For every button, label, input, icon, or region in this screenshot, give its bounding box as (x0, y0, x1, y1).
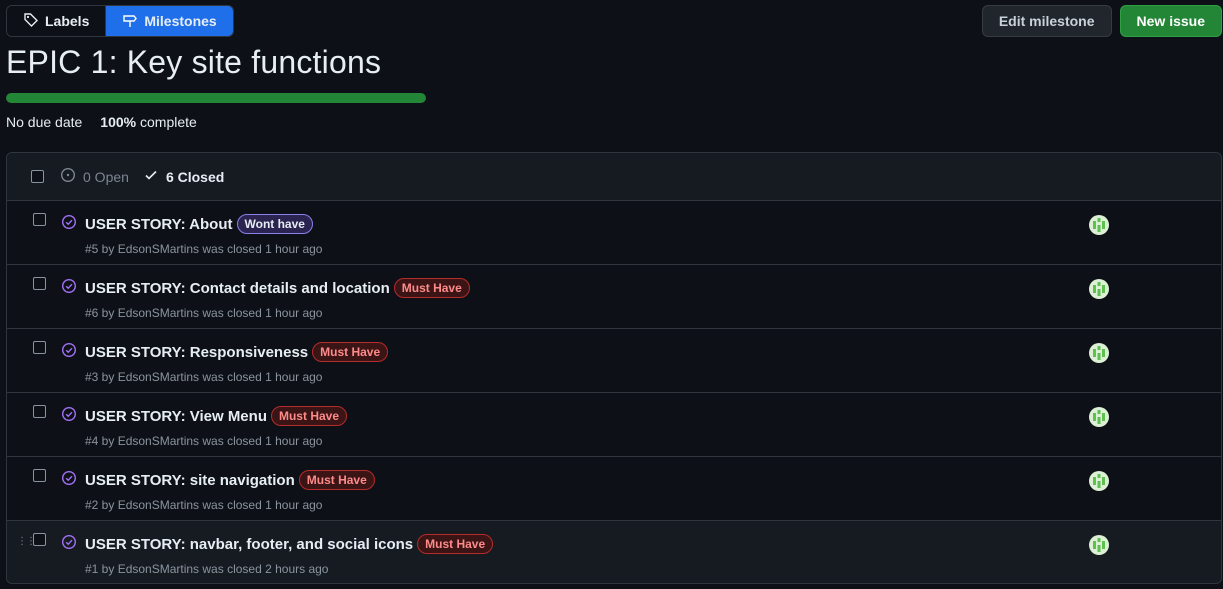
issue-closed-icon (61, 470, 77, 486)
issue-meta: #6 by EdsonSMartins was closed 1 hour ag… (85, 306, 323, 320)
issue-row[interactable]: ⋮⋮ USER STORY: navbar, footer, and social… (7, 521, 1221, 583)
select-all-checkbox[interactable] (31, 170, 44, 183)
issue-open-icon (60, 167, 76, 186)
closed-count: 6 Closed (165, 168, 225, 185)
issue-meta: #2 by EdsonSMartins was closed 1 hour ag… (85, 498, 323, 512)
issue-meta: #1 by EdsonSMartins was closed 2 hours a… (85, 562, 329, 576)
issues-list-header: 0 Open 6 Closed (7, 153, 1221, 201)
new-issue-button[interactable]: New issue (1119, 5, 1222, 37)
issue-title-line: USER STORY: Responsiveness Must Have (85, 342, 389, 362)
issue-closed-icon (61, 534, 77, 550)
issue-title-link[interactable]: USER STORY: Contact details and location (85, 280, 390, 297)
milestone-icon (122, 12, 138, 31)
issue-label[interactable]: Must Have (298, 470, 375, 490)
milestone-meta: No due date 100% complete (6, 114, 197, 130)
labels-tab-label: Labels (45, 13, 90, 29)
issue-closed-icon (61, 278, 77, 294)
assignee-avatar[interactable] (1089, 343, 1109, 363)
open-filter[interactable]: 0 Open (60, 167, 129, 186)
issue-label[interactable]: Must Have (312, 342, 389, 362)
due-date: No due date (6, 114, 83, 130)
labels-milestones-switcher: Labels Milestones (6, 5, 234, 37)
open-count: 0 Open (83, 168, 129, 185)
issue-label[interactable]: Must Have (270, 406, 348, 426)
assignee-avatar[interactable] (1089, 535, 1109, 555)
issue-checkbox[interactable] (33, 213, 46, 226)
issue-title-line: USER STORY: About Wont have (85, 214, 313, 234)
milestones-tab-label: Milestones (144, 13, 217, 29)
assignee-avatar[interactable] (1089, 407, 1109, 427)
check-icon (143, 167, 159, 186)
issue-title-link[interactable]: USER STORY: View Menu (85, 408, 267, 425)
issue-label[interactable]: Must Have (417, 534, 494, 554)
top-toolbar: Labels Milestones Edit milestone New iss… (6, 5, 1222, 37)
assignee-avatar[interactable] (1089, 215, 1109, 235)
milestones-tab[interactable]: Milestones (105, 6, 233, 36)
issue-title-line: USER STORY: View Menu Must Have (85, 406, 348, 426)
issue-title-line: USER STORY: site navigation Must Have (85, 470, 375, 490)
issue-meta: #3 by EdsonSMartins was closed 1 hour ag… (85, 370, 323, 384)
issue-meta: #4 by EdsonSMartins was closed 1 hour ag… (85, 434, 323, 448)
edit-milestone-button[interactable]: Edit milestone (981, 5, 1112, 37)
assignee-avatar[interactable] (1089, 471, 1109, 491)
labels-tab[interactable]: Labels (7, 6, 106, 36)
issue-row[interactable]: USER STORY: Responsiveness Must Have #3 by… (7, 329, 1221, 393)
issue-label[interactable]: Wont have (236, 214, 313, 234)
issue-title-line: USER STORY: Contact details and location… (85, 278, 470, 298)
issue-title-line: USER STORY: navbar, footer, and social i… (85, 534, 494, 554)
issue-meta: #5 by EdsonSMartins was closed 1 hour ag… (85, 242, 323, 256)
completion-word: complete (140, 114, 197, 130)
issue-row[interactable]: USER STORY: Contact details and location… (7, 265, 1221, 329)
issue-label[interactable]: Must Have (393, 278, 470, 298)
issue-checkbox[interactable] (33, 277, 46, 290)
issues-list: 0 Open 6 Closed USER STORY: About Wont ha… (6, 152, 1222, 584)
milestone-title: EPIC 1: Key site functions (6, 44, 382, 80)
issue-checkbox[interactable] (33, 533, 46, 546)
issue-closed-icon (61, 214, 77, 230)
tag-icon (23, 12, 39, 31)
issue-row[interactable]: USER STORY: site navigation Must Have #2 b… (7, 457, 1221, 521)
closed-filter[interactable]: 6 Closed (143, 167, 224, 186)
state-filters: 0 Open 6 Closed (60, 167, 224, 186)
issue-row[interactable]: USER STORY: View Menu Must Have #4 by Edso… (7, 393, 1221, 457)
issue-checkbox[interactable] (33, 341, 46, 354)
progress-fill (6, 93, 426, 103)
issue-checkbox[interactable] (33, 405, 46, 418)
header-actions: Edit milestone New issue (981, 5, 1222, 37)
issue-checkbox[interactable] (33, 469, 46, 482)
completion-percent: 100% (100, 114, 137, 130)
issue-rows: USER STORY: About Wont have #5 by EdsonSMa… (7, 201, 1221, 583)
issue-title-link[interactable]: USER STORY: site navigation (85, 472, 295, 489)
issue-closed-icon (61, 406, 77, 422)
issue-title-link[interactable]: USER STORY: About (85, 216, 233, 233)
milestone-progress-bar (6, 93, 426, 103)
assignee-avatar[interactable] (1089, 279, 1109, 299)
issue-title-link[interactable]: USER STORY: Responsiveness (85, 344, 308, 361)
issue-title-link[interactable]: USER STORY: navbar, footer, and social i… (85, 536, 413, 553)
completion: 100% complete (100, 114, 197, 130)
issue-closed-icon (61, 342, 77, 358)
issue-row[interactable]: USER STORY: About Wont have #5 by EdsonSMa… (7, 201, 1221, 265)
